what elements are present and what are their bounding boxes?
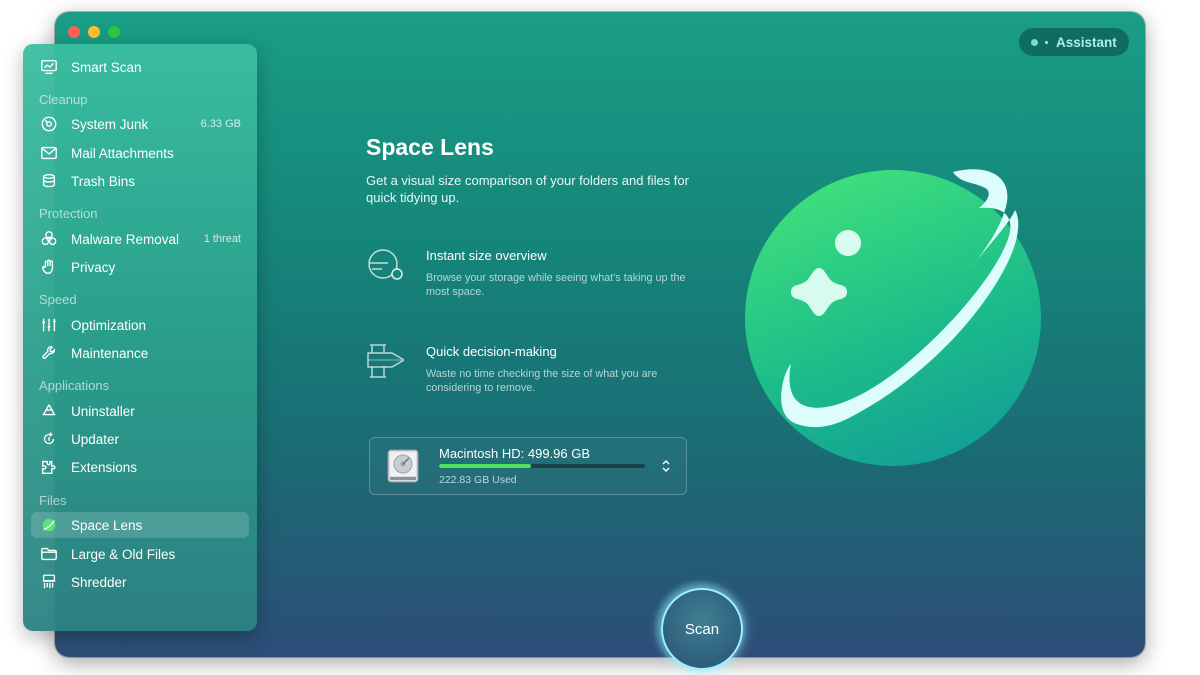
sidebar-item-smart-scan[interactable]: Smart Scan bbox=[31, 54, 249, 80]
page-subtitle: Get a visual size comparison of your fol… bbox=[366, 173, 689, 205]
sidebar-item-large-old-files[interactable]: Large & Old Files bbox=[31, 541, 249, 567]
feature-description: Waste no time checking the size of what … bbox=[426, 368, 658, 394]
threat-badge: 1 threat bbox=[203, 233, 241, 245]
sidebar-item-label: Privacy bbox=[71, 259, 116, 275]
monitor-icon bbox=[39, 57, 59, 77]
size-badge: 6.33 GB bbox=[200, 118, 241, 130]
sidebar-item-maintenance[interactable]: Maintenance bbox=[31, 340, 249, 366]
sidebar-item-privacy[interactable]: Privacy bbox=[31, 254, 249, 280]
sidebar-item-updater[interactable]: Updater bbox=[31, 426, 249, 452]
disk-used-label: 222.83 GB Used bbox=[439, 474, 517, 486]
section-title-files: Files bbox=[39, 493, 67, 508]
decision-icon bbox=[367, 344, 404, 378]
sidebar-item-label: Smart Scan bbox=[71, 59, 142, 75]
disk-selector[interactable]: Macintosh HD: 499.96 GB 222.83 GB Used bbox=[369, 437, 687, 495]
sidebar-item-label: Space Lens bbox=[71, 517, 143, 533]
feature-description: Browse your storage while seeing what's … bbox=[426, 272, 686, 298]
sidebar-item-extensions[interactable]: Extensions bbox=[31, 454, 249, 480]
sidebar-item-shredder[interactable]: Shredder bbox=[31, 569, 249, 595]
sidebar-item-label: Mail Attachments bbox=[71, 145, 174, 161]
trash-icon bbox=[39, 171, 59, 191]
hard-drive-icon bbox=[387, 449, 419, 483]
disk-usage-fill bbox=[439, 464, 531, 468]
folder-icon bbox=[39, 544, 59, 564]
sidebar-item-label: System Junk bbox=[71, 116, 149, 132]
window-controls bbox=[68, 26, 120, 38]
sidebar-item-system-junk[interactable]: System Junk 6.33 GB bbox=[31, 111, 249, 137]
planet-icon bbox=[39, 515, 59, 535]
biohazard-icon bbox=[39, 229, 59, 249]
app-store-icon bbox=[39, 401, 59, 421]
assistant-button[interactable]: Assistant bbox=[1019, 28, 1129, 56]
hand-icon bbox=[39, 257, 59, 277]
close-window-button[interactable] bbox=[68, 26, 80, 38]
disk-usage-bar bbox=[439, 464, 645, 468]
sidebar-item-label: Large & Old Files bbox=[71, 546, 176, 562]
feature-title: Instant size overview bbox=[426, 248, 547, 263]
sidebar-item-label: Optimization bbox=[71, 317, 147, 333]
disk-name: Macintosh HD: 499.96 GB bbox=[439, 446, 591, 461]
puzzle-icon bbox=[39, 457, 59, 477]
section-title-cleanup: Cleanup bbox=[39, 92, 88, 107]
envelope-icon bbox=[39, 143, 59, 163]
sidebar-item-label: Malware Removal bbox=[71, 231, 180, 247]
sidebar-item-optimization[interactable]: Optimization bbox=[31, 312, 249, 338]
sidebar: Smart Scan Cleanup System Junk 6.33 GB M… bbox=[23, 44, 257, 631]
refresh-arrow-icon bbox=[39, 429, 59, 449]
assistant-label: Assistant bbox=[1056, 34, 1117, 50]
wrench-icon bbox=[39, 343, 59, 363]
magnifier-globe-icon bbox=[368, 249, 403, 280]
sidebar-item-uninstaller[interactable]: Uninstaller bbox=[31, 398, 249, 424]
scan-button[interactable]: Scan bbox=[661, 588, 743, 670]
section-title-applications: Applications bbox=[39, 378, 110, 393]
chevron-updown-icon[interactable] bbox=[660, 458, 672, 474]
minimize-window-button[interactable] bbox=[88, 26, 100, 38]
page-title: Space Lens bbox=[366, 134, 494, 160]
sidebar-item-label: Uninstaller bbox=[71, 403, 135, 419]
sidebar-item-trash-bins[interactable]: Trash Bins bbox=[31, 168, 249, 194]
space-lens-planet-illustration bbox=[745, 169, 1041, 466]
assistant-dot-small-icon bbox=[1045, 40, 1048, 44]
assistant-dot-icon bbox=[1031, 38, 1038, 46]
disc-icon bbox=[39, 114, 59, 134]
sidebar-item-label: Extensions bbox=[71, 459, 138, 475]
sidebar-item-label: Shredder bbox=[71, 574, 127, 590]
feature-title: Quick decision-making bbox=[426, 344, 557, 359]
sidebar-item-label: Updater bbox=[71, 431, 120, 447]
zoom-window-button[interactable] bbox=[108, 26, 120, 38]
sidebar-item-malware-removal[interactable]: Malware Removal 1 threat bbox=[31, 226, 249, 252]
section-title-speed: Speed bbox=[39, 292, 77, 307]
sidebar-item-label: Maintenance bbox=[71, 345, 149, 361]
sidebar-item-mail-attachments[interactable]: Mail Attachments bbox=[31, 140, 249, 166]
sidebar-item-space-lens[interactable]: Space Lens bbox=[31, 512, 249, 538]
section-title-protection: Protection bbox=[39, 206, 98, 221]
shredder-icon bbox=[39, 572, 59, 592]
sidebar-item-label: Trash Bins bbox=[71, 173, 136, 189]
sliders-icon bbox=[39, 315, 59, 335]
